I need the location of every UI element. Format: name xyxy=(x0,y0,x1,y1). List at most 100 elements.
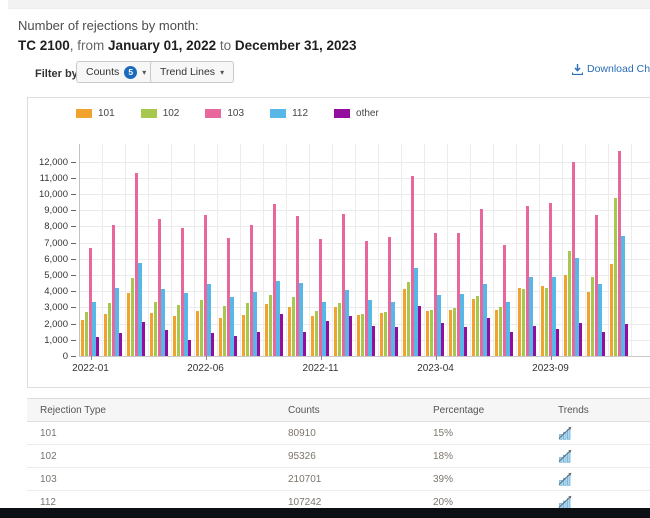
gridline-horizontal xyxy=(79,194,650,195)
counts-badge: 5 xyxy=(124,66,137,79)
y-axis-tick-mark xyxy=(71,356,76,357)
legend-item-112: 112 xyxy=(270,108,308,119)
bar-other-2022-07 xyxy=(234,336,237,356)
legend-swatch-icon xyxy=(270,109,286,118)
gridline-vertical xyxy=(332,144,333,356)
trend-up-bar-chart-icon[interactable] xyxy=(558,472,573,486)
trend-lines-filter-label: Trend Lines xyxy=(160,66,215,78)
trend-lines-filter-button[interactable]: Trend Lines ▾ xyxy=(150,61,234,83)
bar-other-2023-09 xyxy=(556,329,559,356)
y-axis-tick-label: 6,000 xyxy=(26,254,68,265)
bar-other-2023-08 xyxy=(533,326,536,356)
y-axis-tick-mark xyxy=(71,291,76,292)
bar-other-2022-02 xyxy=(119,333,122,356)
bar-other-2022-09 xyxy=(280,314,283,356)
header-counts: Counts xyxy=(275,399,420,423)
trends-cell xyxy=(545,468,650,491)
y-axis-tick-label: 4,000 xyxy=(26,286,68,297)
legend-item-102: 102 xyxy=(141,108,180,119)
counts-cell: 95326 xyxy=(275,445,420,468)
gridline-vertical xyxy=(355,144,356,356)
percentage-cell: 15% xyxy=(420,422,545,445)
download-link-label: Download Chart Data xyxy=(587,63,650,75)
bar-other-2023-01 xyxy=(372,326,375,356)
legend-swatch-icon xyxy=(141,109,157,118)
gridline-vertical xyxy=(516,144,517,356)
chevron-down-icon: ▾ xyxy=(220,68,224,77)
bar-other-2022-01 xyxy=(96,337,99,356)
legend-swatch-icon xyxy=(205,109,221,118)
y-axis-tick-mark xyxy=(71,243,76,244)
gridline-vertical xyxy=(194,144,195,356)
gridline-horizontal xyxy=(79,226,650,227)
counts-filter-label: Counts xyxy=(86,66,119,78)
bar-other-2023-12 xyxy=(625,324,628,356)
bar-other-2023-03 xyxy=(418,306,421,356)
download-icon xyxy=(572,64,583,75)
trends-cell xyxy=(545,445,650,468)
trend-up-bar-chart-icon[interactable] xyxy=(558,426,573,440)
y-axis-tick-label: 5,000 xyxy=(26,270,68,281)
bar-other-2022-11 xyxy=(326,321,329,356)
legend-item-101: 101 xyxy=(76,108,115,119)
end-date: December 31, 2023 xyxy=(235,38,357,53)
counts-filter-button[interactable]: Counts 5 ▾ xyxy=(76,61,156,83)
gridline-vertical xyxy=(562,144,563,356)
top-strip xyxy=(8,0,650,9)
download-chart-data-link[interactable]: Download Chart Data xyxy=(572,63,650,75)
x-axis-line xyxy=(79,356,650,357)
legend-label: 101 xyxy=(98,108,115,119)
table-row-102: 1029532618% xyxy=(27,445,650,468)
rejection-type-cell: 103 xyxy=(27,468,275,491)
y-axis-line xyxy=(79,144,80,356)
gridline-vertical xyxy=(493,144,494,356)
bar-other-2023-10 xyxy=(579,323,582,356)
percentage-cell: 39% xyxy=(420,468,545,491)
y-axis-tick-label: 2,000 xyxy=(26,319,68,330)
bar-other-2023-02 xyxy=(395,327,398,356)
bar-other-2022-10 xyxy=(303,332,306,356)
bar-other-2022-12 xyxy=(349,316,352,356)
x-axis-tick-label: 2023-04 xyxy=(406,363,466,374)
bar-other-2023-05 xyxy=(464,327,467,356)
to-label: to xyxy=(216,38,235,53)
gridline-vertical xyxy=(286,144,287,356)
y-axis-tick-label: 3,000 xyxy=(26,302,68,313)
y-axis-tick-label: 12,000 xyxy=(26,157,68,168)
x-axis-tick-mark xyxy=(436,356,437,360)
x-axis-tick-mark xyxy=(551,356,552,360)
x-axis-tick-mark xyxy=(321,356,322,360)
gridline-horizontal xyxy=(79,178,650,179)
rejections-table: Rejection Type Counts Percentage Trends … xyxy=(27,398,650,514)
gridline-vertical xyxy=(240,144,241,356)
page-title: Number of rejections by month: xyxy=(18,18,199,33)
page-subtitle: TC 2100, from January 01, 2022 to Decemb… xyxy=(18,38,357,53)
gridline-vertical xyxy=(585,144,586,356)
x-axis-tick-mark xyxy=(91,356,92,360)
gridline-vertical xyxy=(125,144,126,356)
gridline-vertical xyxy=(148,144,149,356)
gridline-vertical xyxy=(424,144,425,356)
bar-other-2022-04 xyxy=(165,330,168,356)
trend-up-bar-chart-icon[interactable] xyxy=(558,449,573,463)
percentage-cell: 18% xyxy=(420,445,545,468)
filter-by-label: Filter by xyxy=(35,68,78,80)
y-axis-tick-label: 9,000 xyxy=(26,205,68,216)
header-percentage: Percentage xyxy=(420,399,545,423)
gridline-vertical xyxy=(263,144,264,356)
y-axis-tick-mark xyxy=(71,210,76,211)
gridline-horizontal xyxy=(79,162,650,163)
bar-other-2022-05 xyxy=(188,340,191,356)
legend-label: 102 xyxy=(163,108,180,119)
tc-label: TC 2100 xyxy=(18,38,70,53)
gridline-vertical xyxy=(309,144,310,356)
bar-other-2022-08 xyxy=(257,332,260,356)
bar-other-2022-03 xyxy=(142,322,145,356)
bottom-bar xyxy=(0,508,650,518)
y-axis-tick-label: 10,000 xyxy=(26,189,68,200)
bar-other-2023-04 xyxy=(441,323,444,356)
bar-other-2023-07 xyxy=(510,332,513,356)
start-date: January 01, 2022 xyxy=(108,38,216,53)
chart-legend: 101102103112other xyxy=(76,108,379,119)
gridline-vertical xyxy=(539,144,540,356)
